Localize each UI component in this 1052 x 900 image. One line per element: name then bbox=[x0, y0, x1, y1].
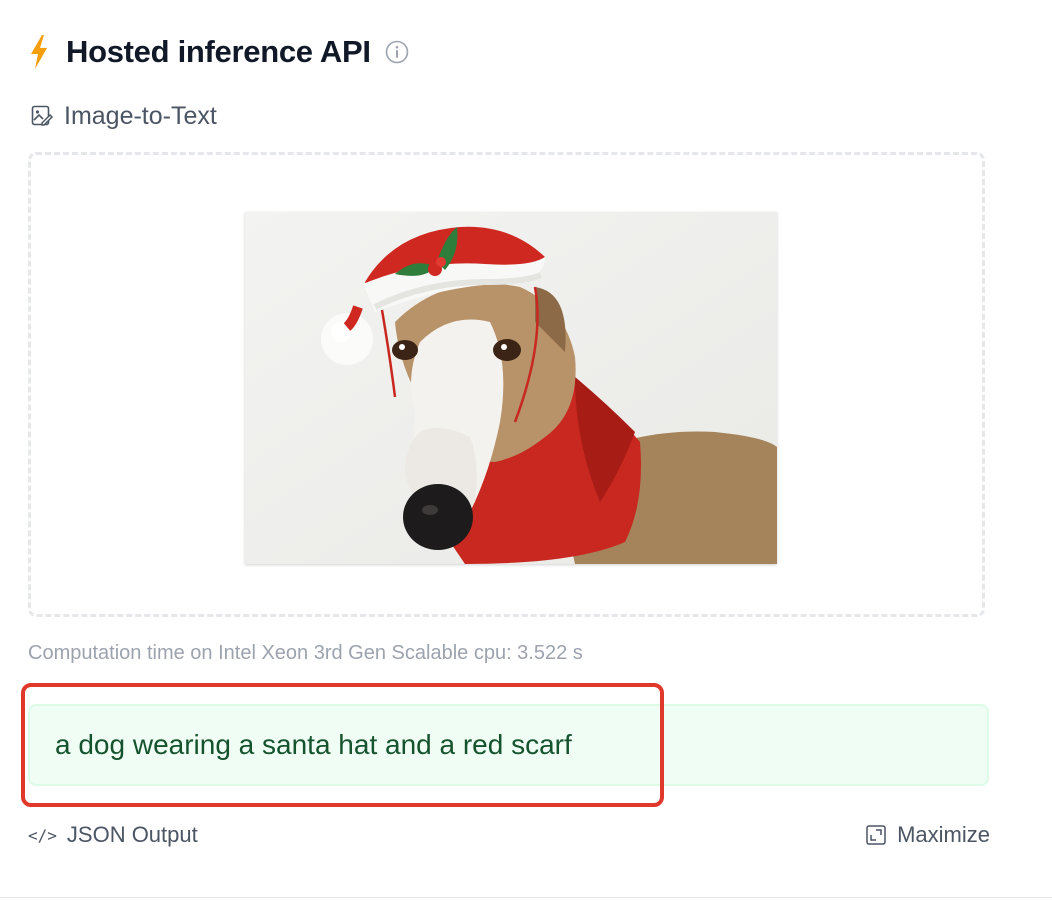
image-to-text-icon bbox=[30, 104, 54, 128]
output-result: a dog wearing a santa hat and a red scar… bbox=[28, 704, 989, 786]
json-output-button[interactable]: </> JSON Output bbox=[28, 820, 198, 850]
code-icon: </> bbox=[28, 825, 57, 845]
bottom-divider bbox=[0, 897, 1052, 898]
computation-time: Computation time on Intel Xeon 3rd Gen S… bbox=[28, 642, 583, 664]
maximize-button[interactable]: Maximize bbox=[866, 820, 990, 850]
page-title: Hosted inference API bbox=[66, 34, 371, 69]
widget-header: Hosted inference API bbox=[28, 30, 409, 74]
image-preview bbox=[245, 212, 777, 564]
task-tag[interactable]: Image-to-Text bbox=[30, 98, 217, 134]
output-text: a dog wearing a santa hat and a red scar… bbox=[55, 729, 572, 760]
info-icon[interactable] bbox=[385, 40, 409, 64]
image-dropzone[interactable] bbox=[28, 152, 985, 617]
bolt-icon bbox=[28, 35, 50, 69]
maximize-icon bbox=[866, 825, 886, 845]
maximize-label: Maximize bbox=[897, 822, 990, 847]
task-label: Image-to-Text bbox=[64, 101, 217, 130]
json-output-label: JSON Output bbox=[66, 822, 198, 847]
